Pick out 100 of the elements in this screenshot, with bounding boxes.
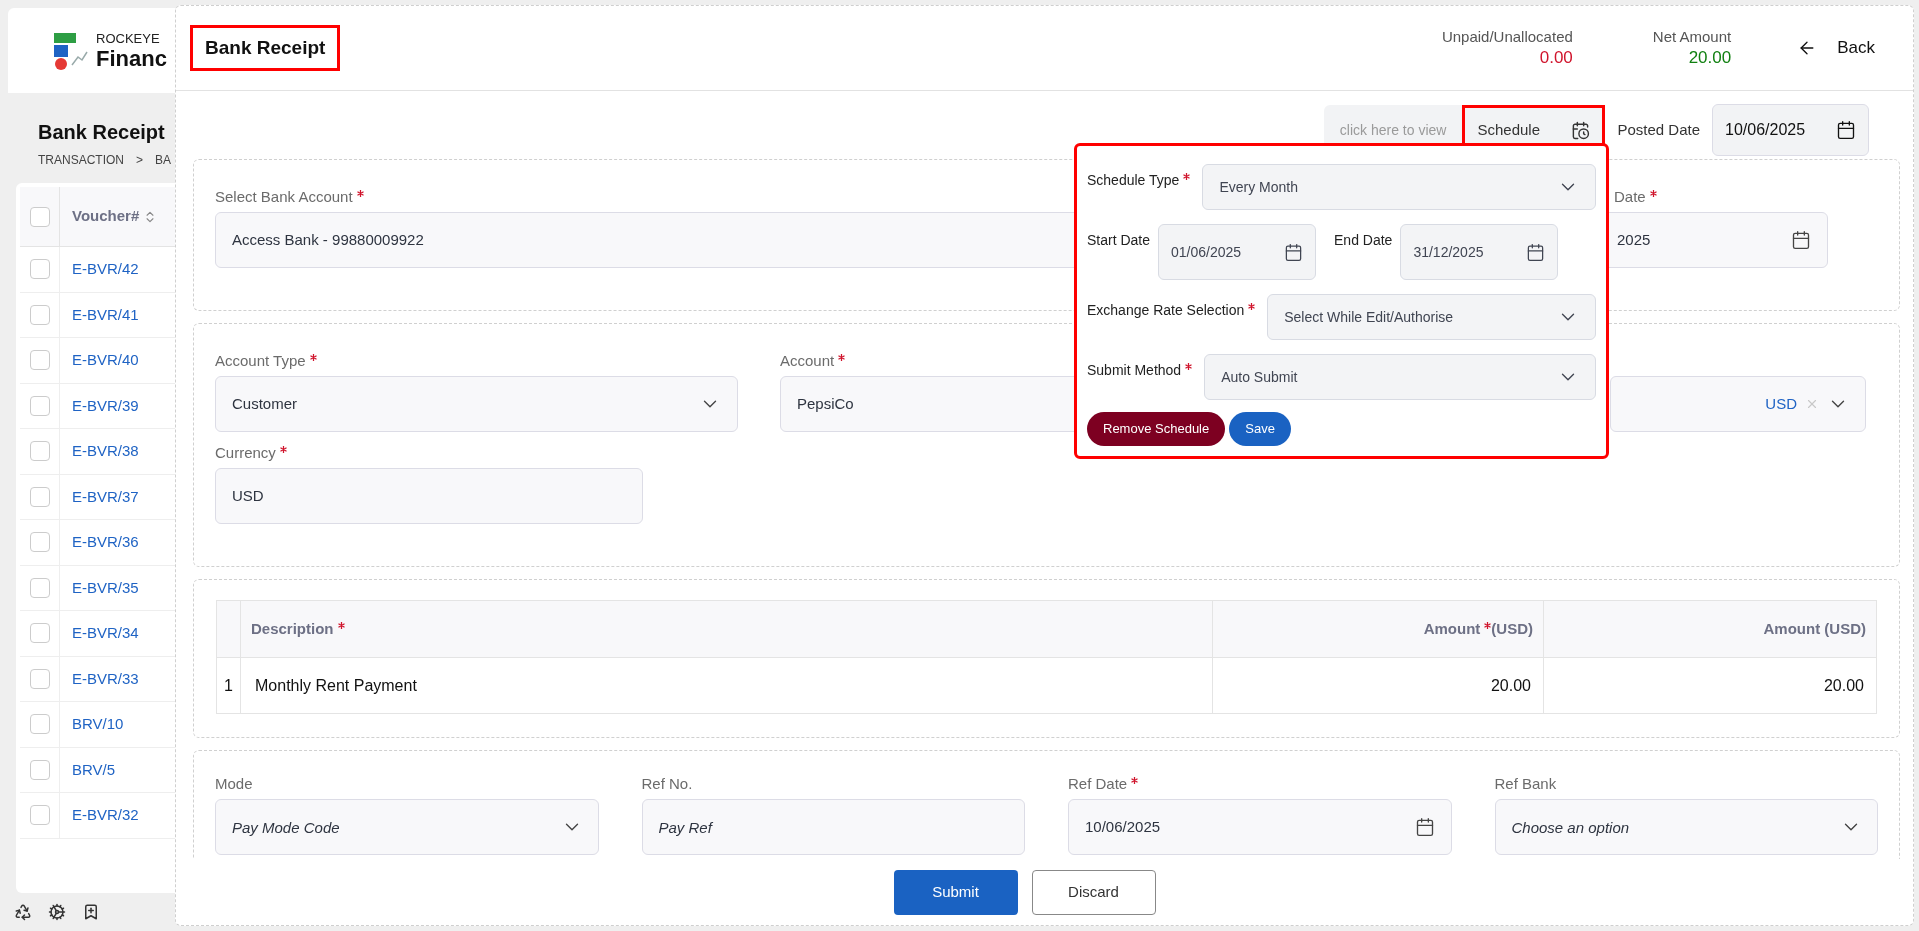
select-field[interactable]: Every Month: [1202, 164, 1596, 210]
voucher-link[interactable]: E-BVR/36: [72, 531, 139, 554]
bookmark-icon[interactable]: [82, 903, 100, 921]
calendar-clock-icon: [1571, 120, 1591, 140]
checkbox[interactable]: [29, 206, 50, 227]
clear-icon[interactable]: [1805, 397, 1819, 411]
voucher-link[interactable]: E-BVR/33: [72, 667, 139, 690]
checkbox[interactable]: [29, 759, 50, 780]
field-value: 01/06/2025: [1171, 242, 1243, 262]
input-field[interactable]: USD: [215, 468, 643, 524]
voucher-link[interactable]: E-BVR/37: [72, 485, 139, 508]
breadcrumb-item[interactable]: TRANSACTION: [38, 151, 124, 169]
date-field[interactable]: 01/06/2025: [1158, 224, 1317, 280]
field-label: Start Date: [1087, 231, 1151, 250]
breadcrumb-item[interactable]: BA: [155, 151, 172, 169]
brand-name: ROCKEYE: [96, 31, 161, 48]
calendar-icon[interactable]: [1284, 242, 1304, 262]
discard-button[interactable]: Discard: [1031, 869, 1156, 915]
checkbox[interactable]: [29, 304, 50, 325]
save-button[interactable]: Save: [1229, 412, 1291, 446]
checkbox[interactable]: [29, 714, 50, 735]
recycle-icon[interactable]: [14, 903, 32, 921]
summary-label: Net Amount: [1652, 28, 1732, 47]
column-header: Amount: [1423, 618, 1481, 639]
voucher-link[interactable]: E-BVR/39: [72, 394, 139, 417]
field-label: Ref Bank: [1494, 773, 1557, 794]
field-value: 31/12/2025: [1413, 242, 1485, 262]
logo-icon: [52, 30, 88, 71]
summary-label: Unpaid/Unallocated: [1441, 28, 1573, 47]
field-label: Submit Method: [1087, 361, 1182, 380]
voucher-link[interactable]: BRV/10: [72, 713, 124, 736]
voucher-link[interactable]: BRV/5: [72, 758, 116, 781]
field-value: PepsiCo: [797, 393, 854, 414]
brand-name: Financ: [96, 47, 167, 70]
column-header: Description: [251, 618, 334, 639]
field-label: Ref Date: [1068, 773, 1128, 794]
modal-title: Bank Receipt: [190, 24, 341, 72]
row-number: 1: [224, 675, 233, 696]
checkbox[interactable]: [29, 259, 50, 280]
field-label: End Date: [1334, 231, 1393, 250]
calendar-icon[interactable]: [1414, 817, 1435, 837]
voucher-link[interactable]: E-BVR/34: [72, 622, 139, 645]
field-value: Customer: [232, 393, 298, 414]
submit-button[interactable]: Submit: [893, 869, 1018, 915]
checkbox[interactable]: [29, 441, 50, 462]
voucher-link[interactable]: E-BVR/35: [72, 576, 139, 599]
select-field[interactable]: USD: [1610, 376, 1866, 432]
field-label: Exchange Rate Selection: [1087, 301, 1245, 320]
remove-schedule-button[interactable]: Remove Schedule: [1087, 412, 1226, 446]
column-header: (USD): [1491, 618, 1533, 639]
checkbox[interactable]: [29, 486, 50, 507]
field-label: Select Bank Account: [215, 186, 353, 207]
field-value: 2025: [1617, 229, 1651, 250]
field-label: Account: [780, 350, 835, 371]
field-value: Every Month: [1219, 177, 1299, 197]
column-header: Amount (USD): [1763, 618, 1866, 639]
column-header[interactable]: Voucher#: [72, 205, 140, 228]
checkbox[interactable]: [29, 668, 50, 689]
field-label: Ref No.: [641, 773, 693, 794]
input-field[interactable]: Pay Ref: [641, 799, 1025, 855]
field-label: Mode: [215, 773, 253, 794]
field-label: Date: [1614, 186, 1646, 207]
voucher-link[interactable]: E-BVR/41: [72, 303, 139, 326]
checkbox[interactable]: [29, 623, 50, 644]
field-value: Select While Edit/Authorise: [1284, 307, 1455, 327]
date-field[interactable]: 10/06/2025: [1068, 799, 1452, 855]
voucher-link[interactable]: E-BVR/32: [72, 804, 139, 827]
gear-icon[interactable]: [48, 903, 66, 921]
checkbox[interactable]: [29, 350, 50, 371]
breadcrumb-item: >: [136, 152, 144, 169]
field-value: 10/06/2025: [1085, 816, 1161, 837]
select-field[interactable]: Pay Mode Code: [215, 799, 599, 855]
voucher-link[interactable]: E-BVR/38: [72, 440, 139, 463]
checkbox[interactable]: [29, 577, 50, 598]
table-cell-text: 20.00: [1823, 675, 1864, 696]
back-button[interactable]: Back: [1797, 35, 1875, 61]
select-field[interactable]: Select While Edit/Authorise: [1267, 294, 1596, 340]
field-value: USD: [232, 485, 264, 506]
field-label: Posted Date: [1617, 119, 1700, 140]
date-field[interactable]: 31/12/2025: [1400, 224, 1559, 280]
field-label: Currency: [215, 442, 276, 463]
checkbox[interactable]: [29, 395, 50, 416]
calendar-icon[interactable]: [1791, 230, 1811, 250]
checkbox[interactable]: [29, 805, 50, 826]
voucher-link[interactable]: E-BVR/42: [72, 258, 139, 281]
page-title: Bank Receipt: [38, 120, 166, 145]
field-value: Auto Submit: [1221, 367, 1299, 387]
calendar-icon: [1836, 120, 1856, 140]
select-field[interactable]: Customer: [215, 376, 738, 432]
calendar-icon[interactable]: [1526, 242, 1546, 262]
field-value: USD: [1765, 393, 1797, 414]
checkbox[interactable]: [29, 532, 50, 553]
field-label: Account Type: [215, 350, 306, 371]
date-field[interactable]: 10/06/2025: [1712, 104, 1869, 156]
voucher-link[interactable]: E-BVR/40: [72, 349, 139, 372]
select-field[interactable]: Choose an option: [1494, 799, 1878, 855]
select-field[interactable]: Auto Submit: [1204, 354, 1596, 400]
summary-value: 20.00: [1688, 46, 1732, 68]
field-label: Schedule Type: [1087, 171, 1180, 190]
summary-value: 0.00: [1539, 46, 1573, 68]
